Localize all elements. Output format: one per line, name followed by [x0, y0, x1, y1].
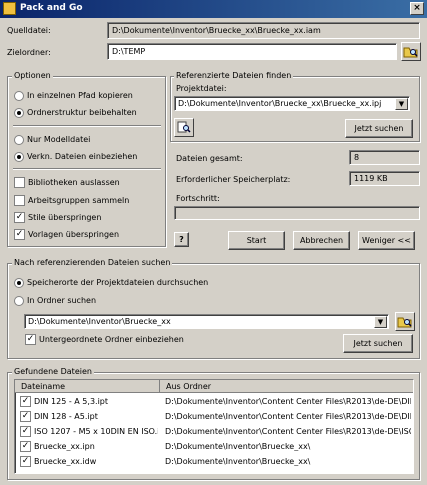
file-name: ISO 1207 - M5 x 10DIN EN ISO.ipt: [34, 427, 158, 436]
table-row[interactable]: ✓ ISO 1207 - M5 x 10DIN EN ISO.ipt D:\Doku…: [15, 424, 413, 439]
ref-options-button[interactable]: [174, 118, 194, 137]
title-bar[interactable]: Pack and Go ×: [0, 0, 427, 18]
folder-value: D:\Dokumente\Inventor\Bruecke_xx: [28, 317, 171, 326]
progress-label: Fortschritt:: [176, 194, 220, 203]
chevron-down-icon: ▼: [374, 316, 387, 328]
chevron-down-icon: ▼: [395, 98, 408, 110]
row-checkbox[interactable]: ✓: [20, 456, 31, 467]
file-folder: D:\Dokumente\Inventor\Content Center Fil…: [165, 412, 411, 421]
file-name: DIN 125 - A 5,3.ipt: [34, 397, 109, 406]
include-subfolders-label: Untergeordnete Ordner einbeziehen: [39, 335, 184, 344]
target-field[interactable]: D:\TEMP: [107, 43, 397, 60]
less-button[interactable]: Weniger <<: [358, 231, 415, 250]
folder-search-icon: [403, 47, 418, 58]
keep-structure-radio[interactable]: [14, 108, 24, 118]
progress-bar: [174, 206, 420, 220]
keep-structure-label: Ordnerstruktur beibehalten: [27, 108, 137, 117]
include-linked-radio[interactable]: [14, 152, 24, 162]
cancel-button[interactable]: Abbrechen: [293, 231, 350, 250]
help-button[interactable]: ?: [174, 232, 189, 247]
skip-styles-label: Stile überspringen: [28, 213, 102, 222]
file-name: Bruecke_xx.ipn: [34, 442, 95, 451]
search-files-icon: [177, 121, 191, 133]
file-name: DIN 128 - A5.ipt: [34, 412, 98, 421]
source-field: D:\Dokumente\Inventor\Bruecke_xx\Bruecke…: [107, 22, 420, 39]
close-button[interactable]: ×: [410, 2, 424, 15]
files-total-label: Dateien gesamt:: [176, 154, 243, 163]
skip-libraries-label: Bibliotheken auslassen: [28, 178, 120, 187]
source-label: Quelldatei:: [7, 26, 51, 35]
skip-templates-label: Vorlagen überspringen: [28, 230, 120, 239]
ref-title: Referenzierte Dateien finden: [174, 71, 294, 80]
found-files-list[interactable]: Dateiname Aus Ordner ✓ DIN 125 - A 5,3.ip…: [14, 379, 414, 474]
skip-templates-checkbox[interactable]: ✓: [14, 229, 25, 240]
table-row[interactable]: ✓ DIN 128 - A5.ipt D:\Dokumente\Inventor\C…: [15, 409, 413, 424]
target-label: Zielordner:: [7, 48, 51, 57]
skip-styles-checkbox[interactable]: ✓: [14, 212, 25, 223]
column-header-filename[interactable]: Dateiname: [15, 380, 160, 393]
files-total-value: 8: [349, 150, 420, 165]
table-row[interactable]: ✓ Bruecke_xx.ipn D:\Dokumente\Inventor\Bru…: [15, 439, 413, 454]
space-value: 1119 KB: [349, 171, 420, 186]
found-title: Gefundene Dateien: [12, 367, 94, 376]
collect-workgroups-label: Arbeitsgruppen sammeln: [28, 196, 130, 205]
ref-search-button[interactable]: Jetzt suchen: [345, 119, 413, 138]
browse-folder-button[interactable]: [395, 312, 415, 331]
model-only-radio[interactable]: [14, 135, 24, 145]
options-divider-2: [13, 168, 161, 170]
folder-search-icon: [397, 317, 412, 328]
table-row[interactable]: ✓ Bruecke_xx.idw D:\Dokumente\Inventor\Bru…: [15, 454, 413, 469]
project-locations-radio[interactable]: [14, 278, 24, 288]
folder-search-button[interactable]: Jetzt suchen: [343, 334, 413, 353]
row-checkbox[interactable]: ✓: [20, 441, 31, 452]
copy-single-label: In einzelnen Pfad kopieren: [27, 91, 133, 100]
file-folder: D:\Dokumente\Inventor\Bruecke_xx\: [165, 457, 311, 466]
project-dropdown[interactable]: D:\Dokumente\Inventor\Bruecke_xx\Bruecke…: [174, 96, 410, 111]
start-button[interactable]: Start: [228, 231, 285, 250]
in-folder-radio[interactable]: [14, 296, 24, 306]
project-value: D:\Dokumente\Inventor\Bruecke_xx\Bruecke…: [178, 99, 382, 108]
file-folder: D:\Dokumente\Inventor\Content Center Fil…: [165, 427, 411, 436]
skip-libraries-checkbox[interactable]: [14, 177, 25, 188]
options-title: Optionen: [12, 71, 53, 80]
row-checkbox[interactable]: ✓: [20, 411, 31, 422]
file-folder: D:\Dokumente\Inventor\Content Center Fil…: [165, 397, 411, 406]
app-icon: [3, 2, 16, 15]
browse-target-button[interactable]: [401, 42, 421, 61]
in-folder-label: In Ordner suchen: [27, 296, 97, 305]
model-only-label: Nur Modelldatei: [27, 135, 91, 144]
window-title: Pack and Go: [20, 3, 83, 13]
space-label: Erforderlicher Speicherplatz:: [176, 175, 291, 184]
column-header-folder[interactable]: Aus Ordner: [160, 380, 413, 393]
include-subfolders-checkbox[interactable]: ✓: [25, 334, 36, 345]
file-name: Bruecke_xx.idw: [34, 457, 97, 466]
include-linked-label: Verkn. Dateien einbeziehen: [27, 152, 138, 161]
row-checkbox[interactable]: ✓: [20, 426, 31, 437]
row-checkbox[interactable]: ✓: [20, 396, 31, 407]
copy-single-radio[interactable]: [14, 91, 24, 101]
collect-workgroups-checkbox[interactable]: [14, 195, 25, 206]
folder-dropdown[interactable]: D:\Dokumente\Inventor\Bruecke_xx ▼: [24, 314, 389, 329]
project-locations-label: Speicherorte der Projektdateien durchsuc…: [27, 278, 209, 287]
table-row[interactable]: ✓ DIN 125 - A 5,3.ipt D:\Dokumente\Invento…: [15, 394, 413, 409]
file-folder: D:\Dokumente\Inventor\Bruecke_xx\: [165, 442, 311, 451]
search-title: Nach referenzierenden Dateien suchen: [12, 258, 173, 267]
options-divider: [13, 125, 161, 127]
project-label: Projektdatei:: [176, 84, 227, 93]
